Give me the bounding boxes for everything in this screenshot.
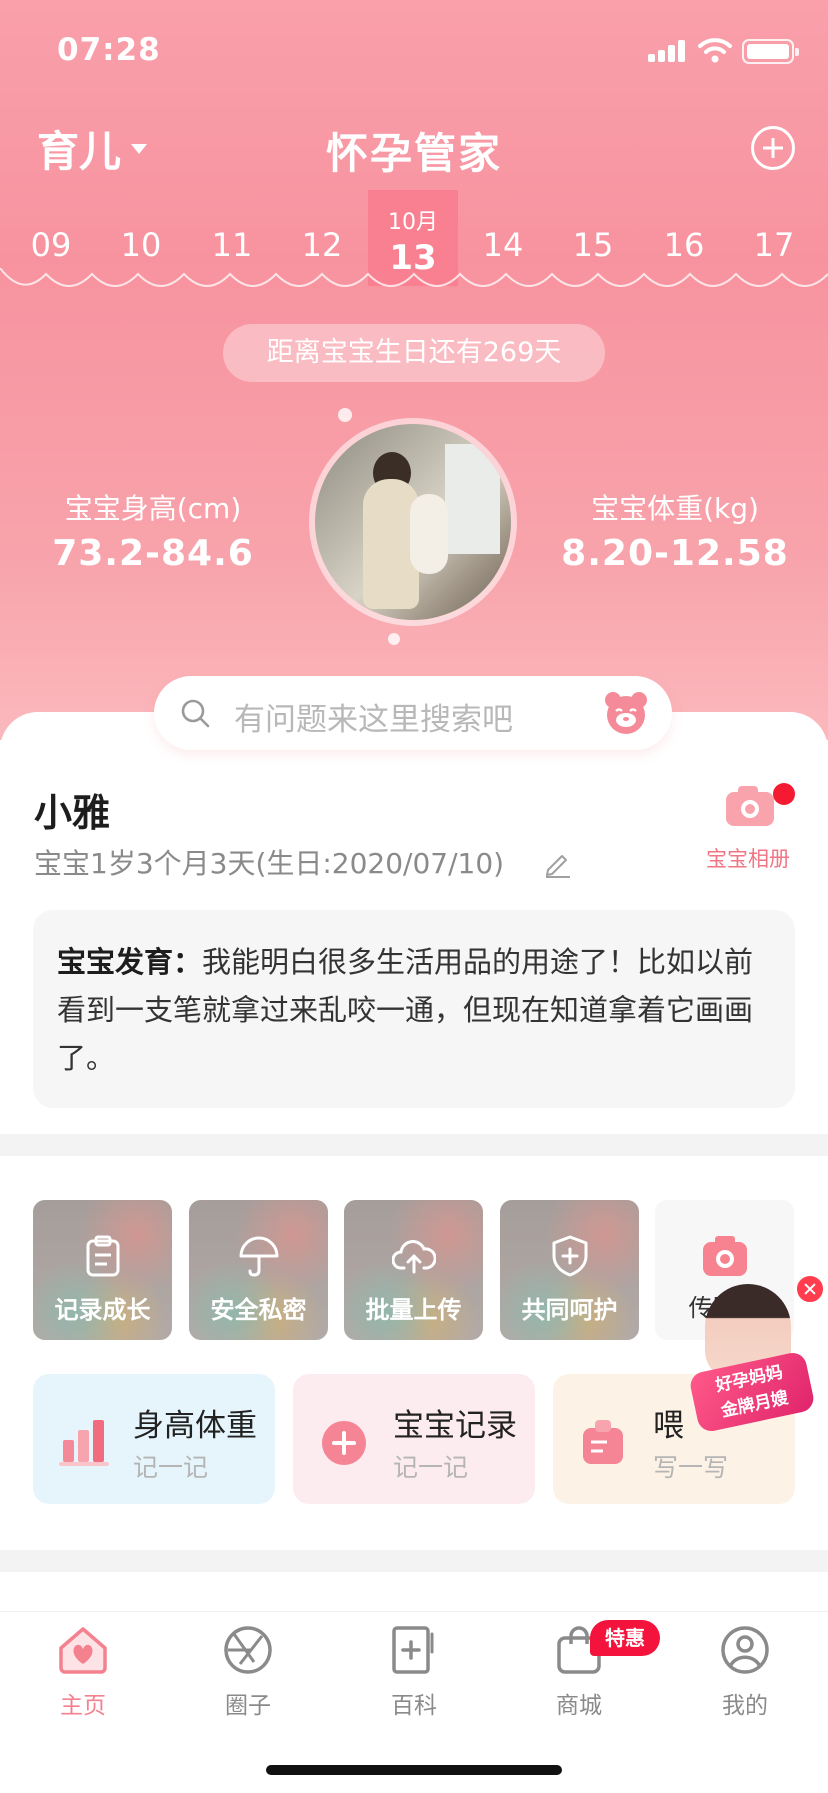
tab-wiki[interactable]: 百科: [354, 1622, 474, 1720]
wifi-icon: [698, 38, 732, 63]
tile-label: 共同呵护: [521, 1296, 618, 1324]
date-item[interactable]: 16: [639, 226, 729, 264]
status-time: 07:28: [57, 32, 161, 68]
record-subtitle: 记一记: [133, 1453, 209, 1482]
tile-label: 安全私密: [210, 1296, 307, 1324]
record-title: 喂: [653, 1408, 684, 1444]
promo-float[interactable]: 好孕妈妈 金牌月嫂: [683, 1276, 816, 1446]
date-item[interactable]: 12: [277, 226, 367, 264]
development-tip: 宝宝发育：我能明白很多生活用品的用途了！比如以前看到一支笔就拿过来乱咬一通，但现…: [33, 910, 795, 1108]
tab-me[interactable]: 我的: [685, 1622, 805, 1720]
tab-label: 主页: [60, 1693, 106, 1719]
date-item[interactable]: 10: [96, 226, 186, 264]
height-stat: 宝宝身高(cm) 73.2-84.6: [38, 487, 268, 574]
hero-header: 07:28 育儿 怀孕管家 09 10 11 12 10月 13 14 15 1…: [0, 0, 828, 740]
signal-icon: [648, 40, 688, 62]
date-item[interactable]: 11: [187, 226, 277, 264]
baby-avatar[interactable]: [315, 424, 511, 620]
clipboard-icon: [86, 1235, 120, 1277]
bar-chart-icon: [59, 1420, 109, 1466]
record-title: 宝宝记录: [393, 1408, 517, 1444]
date-strip: 09 10 11 12 10月 13 14 15 16 17: [0, 190, 828, 286]
record-subtitle: 记一记: [393, 1453, 469, 1482]
cloud-upload-icon: [392, 1240, 436, 1274]
user-circle-icon: [721, 1626, 769, 1674]
tab-label: 百科: [391, 1693, 437, 1719]
search-icon: [181, 699, 210, 728]
close-icon[interactable]: [795, 1274, 825, 1304]
date-item[interactable]: 09: [6, 226, 96, 264]
tab-label: 圈子: [225, 1693, 271, 1719]
sparkle-dot: [388, 633, 400, 645]
scallop-divider: [0, 268, 828, 287]
aperture-icon: [224, 1626, 272, 1674]
book-plus-icon: [392, 1626, 434, 1674]
height-value: 73.2-84.6: [52, 533, 254, 574]
tile-co-care[interactable]: 共同呵护: [500, 1200, 639, 1340]
record-baby-log[interactable]: 宝宝记录 记一记: [293, 1374, 535, 1504]
development-title: 宝宝发育：: [57, 945, 203, 979]
home-indicator: [266, 1765, 562, 1775]
camera-icon: [703, 1236, 747, 1276]
tile-batch-upload[interactable]: 批量上传: [344, 1200, 483, 1340]
height-label: 宝宝身高(cm): [64, 492, 242, 525]
tile-label: 批量上传: [365, 1296, 462, 1324]
notification-dot: [773, 783, 795, 805]
record-subtitle: 写一写: [653, 1453, 729, 1482]
weight-label: 宝宝体重(kg): [591, 492, 759, 525]
add-button[interactable]: [751, 126, 795, 170]
album-label[interactable]: 宝宝相册: [706, 843, 790, 873]
bear-mascot-icon[interactable]: [602, 689, 650, 737]
tab-circle[interactable]: 圈子: [188, 1622, 308, 1720]
plus-circle-icon: [322, 1421, 366, 1465]
sale-badge: 特惠: [590, 1620, 660, 1656]
tab-home[interactable]: 主页: [23, 1622, 143, 1720]
edit-icon[interactable]: [542, 848, 572, 878]
album-camera-icon[interactable]: [724, 784, 776, 828]
birthday-countdown: 距离宝宝生日还有269天: [223, 324, 605, 382]
search-placeholder: 有问题来这里搜索吧: [234, 702, 513, 738]
date-item[interactable]: 14: [458, 226, 548, 264]
app-root: 07:28 育儿 怀孕管家 09 10 11 12 10月 13 14 15 1…: [0, 0, 828, 1793]
search-bar[interactable]: 有问题来这里搜索吧: [154, 676, 672, 750]
selected-month: 10月: [388, 210, 438, 235]
weight-stat: 宝宝体重(kg) 8.20-12.58: [560, 487, 790, 574]
section-divider: [0, 1550, 828, 1572]
weight-value: 8.20-12.58: [561, 533, 789, 574]
home-heart-icon: [59, 1627, 107, 1674]
umbrella-icon: [239, 1236, 279, 1277]
section-divider: [0, 1134, 828, 1156]
tab-label: 我的: [722, 1693, 768, 1719]
baby-name: 小雅: [34, 791, 111, 835]
baby-age-info: 宝宝1岁3个月3天(生日:2020/07/10): [34, 847, 505, 880]
record-height-weight[interactable]: 身高体重 记一记: [33, 1374, 275, 1504]
page-title: 怀孕管家: [325, 129, 502, 178]
date-item[interactable]: 15: [548, 226, 638, 264]
sparkle-dot: [338, 408, 352, 422]
tab-label: 商城: [556, 1693, 602, 1719]
nav-row: 育儿 怀孕管家: [0, 112, 828, 182]
battery-icon: [742, 39, 799, 64]
date-item[interactable]: 17: [729, 226, 819, 264]
bottle-icon: [583, 1420, 623, 1464]
status-bar: 07:28: [0, 0, 828, 100]
shield-plus-icon: [552, 1235, 588, 1277]
record-title: 身高体重: [133, 1408, 257, 1444]
tile-privacy[interactable]: 安全私密: [189, 1200, 328, 1340]
tile-label: 记录成长: [54, 1296, 151, 1324]
tile-record-growth[interactable]: 记录成长: [33, 1200, 172, 1340]
